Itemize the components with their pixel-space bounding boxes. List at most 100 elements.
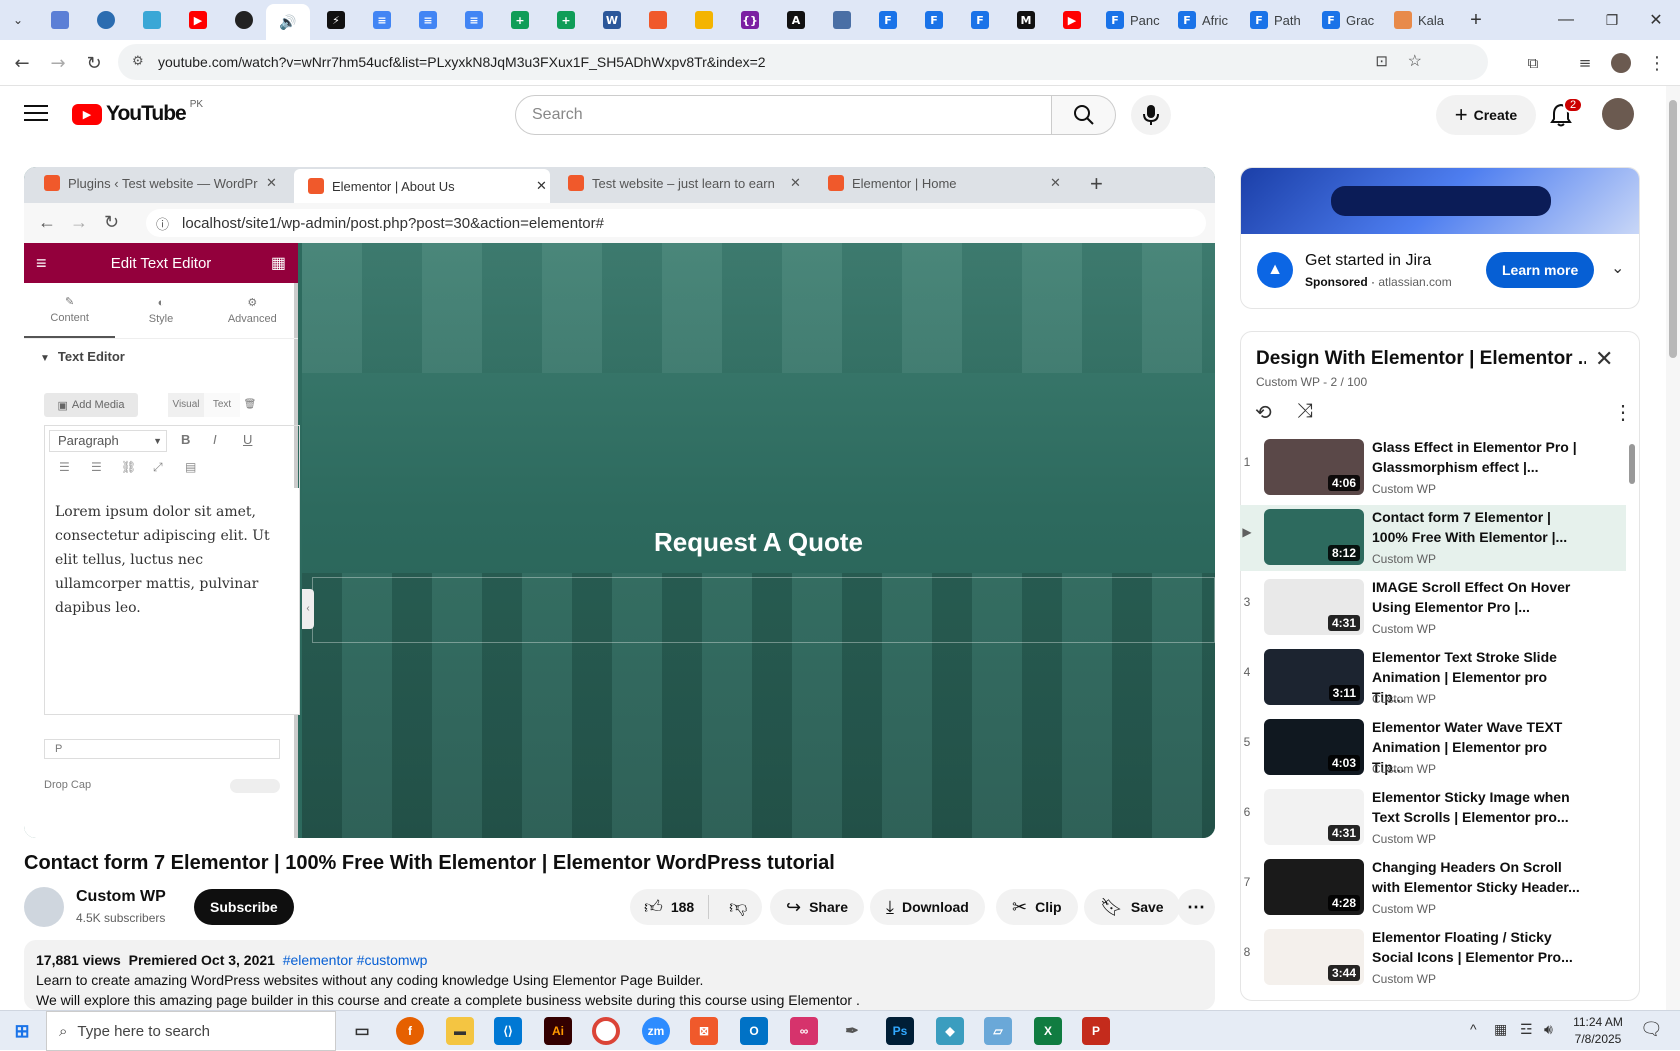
video-thumbnail[interactable]: 8:12 (1264, 509, 1364, 565)
page-scrollbar[interactable] (1666, 86, 1680, 1010)
forward-button[interactable]: → (45, 50, 71, 76)
scrollbar-thumb[interactable] (1669, 100, 1677, 358)
underline-icon[interactable]: U (243, 432, 252, 447)
pinned-tab[interactable]: F (868, 8, 908, 32)
close-icon[interactable]: ✕ (790, 175, 801, 191)
item-title[interactable]: Elementor Floating / Sticky Social Icons… (1372, 927, 1582, 967)
trash-icon[interactable]: 🗑 (240, 393, 260, 417)
pinned-tab[interactable] (40, 8, 80, 32)
channel-avatar[interactable] (24, 887, 64, 927)
pinned-tab[interactable]: M (1006, 8, 1046, 32)
item-title[interactable]: Contact form 7 Elementor | 100% Free Wit… (1372, 507, 1582, 547)
outlook-icon[interactable]: O (740, 1017, 768, 1045)
inner-tab[interactable]: Plugins ‹ Test website — WordPr ✕ (44, 175, 284, 191)
playlist-item[interactable]: 7 4:28 Changing Headers On Scroll with Ele… (1240, 855, 1626, 921)
notification-center-icon[interactable]: 🗨︎ (1640, 1019, 1663, 1040)
pinned-tab[interactable]: {} (730, 8, 770, 32)
fullscreen-icon[interactable]: ⤢ (153, 460, 163, 475)
playlist-item[interactable]: 4 3:11 Elementor Text Stroke Slide Animati… (1240, 645, 1626, 711)
app-icon[interactable]: ⊠ (690, 1017, 718, 1045)
kebab-menu-icon[interactable]: ⋮ (1613, 400, 1633, 425)
learn-more-button[interactable]: Learn more (1486, 252, 1595, 288)
pinned-tab[interactable] (224, 8, 264, 32)
add-media-button[interactable]: ▣ Add Media (44, 393, 138, 417)
playlist-item[interactable]: 3 4:31 IMAGE Scroll Effect On Hover Using … (1240, 575, 1626, 641)
extensions-button[interactable]: ⧉ (1520, 50, 1546, 76)
photoshop-icon[interactable]: Ps (886, 1017, 914, 1045)
arrow-left-icon[interactable]: ← (38, 212, 56, 233)
minimize-button[interactable]: — (1546, 8, 1586, 32)
tab-afric[interactable]: F Afric (1172, 8, 1240, 32)
hamburger-icon[interactable]: ≡ (36, 253, 47, 274)
install-app-icon[interactable]: ⊡ (1375, 52, 1388, 70)
active-tab[interactable]: 🔊 (266, 4, 310, 40)
volume-icon[interactable]: 🔊︎ (1544, 1021, 1553, 1038)
item-title[interactable]: Elementor Sticky Image when Text Scrolls… (1372, 787, 1582, 827)
playlist-item[interactable]: 8 3:44 Elementor Floating / Sticky Social … (1240, 925, 1626, 991)
pinned-tab[interactable] (684, 8, 724, 32)
video-thumbnail[interactable]: 3:44 (1264, 929, 1364, 985)
close-icon[interactable]: ✕ (266, 175, 277, 191)
plus-icon[interactable]: + (1090, 171, 1103, 197)
shuffle-icon[interactable]: ⤨ (1297, 400, 1313, 423)
pinned-tab[interactable]: F (914, 8, 954, 32)
inner-tab[interactable]: Elementor | Home ✕ (828, 175, 1068, 191)
pinned-tab[interactable]: F (960, 8, 1000, 32)
back-button[interactable]: ← (9, 50, 35, 76)
collapse-panel-button[interactable]: ‹ (302, 589, 314, 629)
tab-kala[interactable]: Kala (1388, 8, 1456, 32)
video-thumbnail[interactable]: 4:31 (1264, 789, 1364, 845)
video-thumbnail[interactable]: 4:06 (1264, 439, 1364, 495)
grid-icon[interactable]: ▦ (271, 253, 286, 273)
close-icon[interactable]: ✕ (1050, 175, 1061, 191)
site-info-icon[interactable]: ⚙ (132, 53, 144, 69)
subscribe-button[interactable]: Subscribe (194, 889, 294, 925)
drop-cap-toggle[interactable] (230, 779, 280, 793)
text-tab[interactable]: Text (204, 393, 240, 417)
wifi-icon[interactable]: ☲ (1520, 1021, 1533, 1038)
task-view-icon[interactable]: ▭ (348, 1017, 376, 1045)
loop-icon[interactable]: ⟲ (1255, 400, 1272, 425)
notepad-icon[interactable]: ▱ (984, 1017, 1012, 1045)
playlist-scrollbar[interactable] (1629, 444, 1635, 484)
bold-icon[interactable]: B (181, 432, 190, 447)
close-icon[interactable]: ✕ (1595, 346, 1613, 372)
tab-pano[interactable]: F Panc (1100, 8, 1168, 32)
start-button[interactable]: ⊞ (8, 1017, 36, 1045)
file-explorer-icon[interactable]: ▬ (446, 1017, 474, 1045)
vscode-icon[interactable]: ⟨⟩ (494, 1017, 522, 1045)
search-input[interactable]: Search (515, 95, 1052, 135)
youtube-logo[interactable]: ▶ YouTube PK (72, 99, 203, 126)
clock[interactable]: 11:24 AM 7/8/2025 (1568, 1014, 1628, 1048)
toolbar-toggle-icon[interactable]: ▤ (185, 460, 196, 474)
firefox-icon[interactable]: f (396, 1017, 424, 1045)
inner-tab[interactable]: Test website – just learn to earn ✕ (568, 175, 808, 191)
editor-body[interactable]: Lorem ipsum dolor sit amet, consectetur … (45, 488, 299, 714)
notifications-button[interactable]: 2 (1541, 95, 1584, 135)
tab-path[interactable]: F Path (1244, 8, 1312, 32)
app-icon[interactable]: P (1082, 1017, 1110, 1045)
creative-cloud-icon[interactable]: ∞ (790, 1017, 818, 1045)
item-title[interactable]: Glass Effect in Elementor Pro | Glassmor… (1372, 437, 1582, 477)
chevron-up-icon[interactable]: ^ (1470, 1021, 1477, 1037)
chrome-icon[interactable] (592, 1017, 620, 1045)
pinned-tab[interactable]: W (592, 8, 632, 32)
item-title[interactable]: IMAGE Scroll Effect On Hover Using Eleme… (1372, 577, 1582, 617)
video-thumbnail[interactable]: 3:11 (1264, 649, 1364, 705)
pinned-tab[interactable] (86, 8, 126, 32)
app-icon[interactable]: ◆ (936, 1017, 964, 1045)
video-thumbnail[interactable]: 4:31 (1264, 579, 1364, 635)
tab-style[interactable]: ◐ Style (115, 283, 206, 338)
new-tab-button[interactable]: + (1456, 8, 1496, 32)
pen-icon[interactable]: ✒ (838, 1017, 866, 1045)
media-control-button[interactable]: ≡ (1572, 50, 1598, 76)
playlist-item-current[interactable]: ▶ 8:12 Contact form 7 Elementor | 100% Fre… (1240, 505, 1626, 571)
pinned-tab[interactable]: ⚡ (316, 8, 356, 32)
section-toggle[interactable]: ▼ Text Editor (40, 349, 125, 364)
guide-menu-button[interactable] (24, 102, 48, 122)
pinned-tab[interactable] (822, 8, 862, 32)
search-button[interactable] (1052, 95, 1116, 135)
share-button[interactable]: ↪ Share (770, 889, 865, 925)
create-button[interactable]: + Create (1436, 95, 1536, 135)
restore-button[interactable]: ❐ (1592, 8, 1632, 32)
